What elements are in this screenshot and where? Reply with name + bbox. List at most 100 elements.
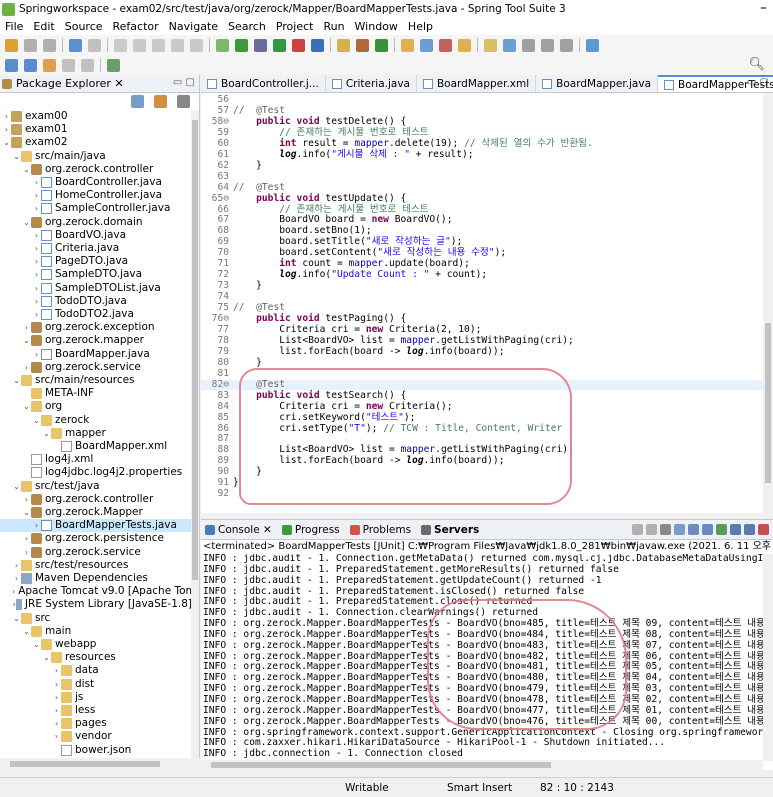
package-explorer-tab[interactable]: Package Explorer ✕ ▭ ▢ <box>0 75 199 93</box>
open-folder-icon[interactable] <box>458 38 471 52</box>
editor-tab[interactable]: BoardMapper.java <box>536 75 659 92</box>
console-horizontal-scrollbar[interactable] <box>201 760 763 770</box>
expand-arrow-icon[interactable]: › <box>32 348 41 361</box>
code-line[interactable]: 81 <box>201 368 233 380</box>
show-whitespace-icon[interactable] <box>560 38 573 52</box>
collapse-arrow-icon[interactable]: ⌄ <box>12 612 21 625</box>
expand-arrow-icon[interactable]: › <box>32 229 41 242</box>
tree-item[interactable]: › TodoDTO2.java <box>0 308 192 321</box>
console-view-tab[interactable]: Console ✕ <box>205 524 272 536</box>
annotation-icon[interactable] <box>484 38 497 52</box>
tree-item[interactable]: › TodoDTO.java <box>0 295 192 308</box>
new-java-project-icon[interactable] <box>337 38 350 52</box>
tree-item[interactable]: ⌄ org.zerock.domain <box>0 216 192 229</box>
new-class-icon[interactable] <box>375 38 388 52</box>
word-wrap-icon[interactable] <box>541 38 554 52</box>
expand-arrow-icon[interactable]: › <box>12 572 21 585</box>
remove-launch-icon[interactable] <box>646 524 657 535</box>
previous-annotation-icon[interactable] <box>24 58 37 72</box>
expand-arrow-icon[interactable]: › <box>32 268 41 281</box>
menu-window[interactable]: Window <box>350 20 403 33</box>
tree-item[interactable]: ⌄ src/main/resources <box>0 374 192 387</box>
menu-project[interactable]: Project <box>271 20 319 33</box>
menu-navigate[interactable]: Navigate <box>164 20 223 33</box>
expand-arrow-icon[interactable]: › <box>2 110 11 123</box>
refresh-icon[interactable] <box>235 38 248 52</box>
menu-source[interactable]: Source <box>60 20 108 33</box>
tree-item[interactable]: › less <box>0 704 192 717</box>
tree-item[interactable]: ⌄ org <box>0 400 192 413</box>
debug-icon[interactable] <box>254 38 267 52</box>
open-console-icon[interactable] <box>744 524 755 535</box>
tree-item[interactable]: ⌄ src/test/java <box>0 480 192 493</box>
package-tree-horizontal-scrollbar[interactable] <box>0 758 200 770</box>
minimize-button[interactable]: – <box>760 0 767 16</box>
pin-console-icon[interactable] <box>716 524 727 535</box>
collapse-arrow-icon[interactable]: ⌄ <box>22 216 31 229</box>
tree-item[interactable]: › org.zerock.exception <box>0 321 192 334</box>
tree-item[interactable]: › BoardMapperTests.java <box>0 519 192 533</box>
tree-item[interactable]: › SampleController.java <box>0 202 192 215</box>
menu-run[interactable]: Run <box>318 20 349 33</box>
search-icon[interactable] <box>439 38 452 52</box>
tree-item[interactable]: › JRE System Library [JavaSE-1.8] <box>0 598 192 611</box>
collapse-arrow-icon[interactable]: ⌄ <box>22 625 31 638</box>
tree-item[interactable]: › src/test/resources <box>0 559 192 572</box>
view-menu-icon[interactable] <box>177 94 190 108</box>
remove-all-icon[interactable] <box>660 524 671 535</box>
package-tree-vertical-scrollbar[interactable] <box>191 110 199 758</box>
collapse-arrow-icon[interactable]: ⌄ <box>22 506 31 519</box>
collapse-arrow-icon[interactable]: ⌄ <box>42 427 51 440</box>
tree-item[interactable]: › exam00 <box>0 110 192 123</box>
tree-item[interactable]: log4jdbc.log4j2.properties <box>0 466 192 479</box>
tree-item[interactable]: ⌄ src/main/java <box>0 150 192 163</box>
collapse-arrow-icon[interactable]: ⌄ <box>2 136 11 149</box>
console-vertical-scrollbar[interactable] <box>763 554 773 761</box>
last-edit-location-icon[interactable] <box>43 58 56 72</box>
link-with-editor-icon[interactable] <box>154 94 167 108</box>
tree-item[interactable]: ⌄ mapper <box>0 427 192 440</box>
menu-refactor[interactable]: Refactor <box>108 20 164 33</box>
tree-item[interactable]: ⌄ org.zerock.mapper <box>0 334 192 347</box>
tree-item[interactable]: › exam01 <box>0 123 192 136</box>
code-line[interactable]: 80 } <box>201 357 261 369</box>
editor-tab[interactable]: BoardController.j... <box>201 75 326 92</box>
tree-item[interactable]: › SampleDTO.java <box>0 268 192 281</box>
resume-icon[interactable] <box>114 38 127 52</box>
collapse-arrow-icon[interactable]: ⌄ <box>32 414 41 427</box>
expand-arrow-icon[interactable]: › <box>52 717 61 730</box>
expand-arrow-icon[interactable]: › <box>32 176 41 189</box>
terminate-icon[interactable] <box>632 524 643 535</box>
expand-arrow-icon[interactable]: › <box>32 202 41 215</box>
expand-arrow-icon[interactable]: › <box>32 189 41 202</box>
expand-arrow-icon[interactable]: › <box>12 585 15 598</box>
expand-arrow-icon[interactable]: › <box>52 730 61 743</box>
terminal-icon[interactable] <box>69 38 82 52</box>
clear-console-icon[interactable] <box>674 524 685 535</box>
tree-item[interactable]: ›Apache Tomcat v9.0 [Apache Tomcat <box>0 585 192 598</box>
collapse-arrow-icon[interactable]: ⌄ <box>22 400 31 413</box>
collapse-arrow-icon[interactable]: ⌄ <box>32 638 41 651</box>
tree-item[interactable]: ⌄ org.zerock.Mapper <box>0 506 192 519</box>
save-icon[interactable] <box>24 38 37 52</box>
tree-item[interactable]: › PageDTO.java <box>0 255 192 268</box>
step-over-icon[interactable] <box>190 38 203 52</box>
tree-item[interactable]: › org.zerock.controller <box>0 493 192 506</box>
console-view-tab[interactable]: Servers <box>421 524 479 536</box>
tree-item[interactable]: ⌄ main <box>0 625 192 638</box>
back-icon[interactable] <box>62 58 75 72</box>
tree-item[interactable]: › BoardMapper.java <box>0 348 192 361</box>
expand-arrow-icon[interactable]: › <box>52 664 61 677</box>
code-line[interactable]: 63 <box>201 171 233 183</box>
collapse-arrow-icon[interactable]: ⌄ <box>12 150 21 163</box>
expand-arrow-icon[interactable]: › <box>52 704 61 717</box>
collapse-arrow-icon[interactable]: ⌄ <box>12 480 21 493</box>
menu-edit[interactable]: Edit <box>28 20 59 33</box>
collapse-arrow-icon[interactable]: ⌄ <box>22 163 31 176</box>
tree-item[interactable]: › Maven Dependencies <box>0 572 192 585</box>
tree-item[interactable]: › pages <box>0 717 192 730</box>
editor-vertical-scrollbar[interactable] <box>763 93 773 513</box>
tree-item[interactable]: › js <box>0 691 192 704</box>
tree-item[interactable]: ⌄ org.zerock.controller <box>0 163 192 176</box>
expand-arrow-icon[interactable]: › <box>22 493 31 506</box>
